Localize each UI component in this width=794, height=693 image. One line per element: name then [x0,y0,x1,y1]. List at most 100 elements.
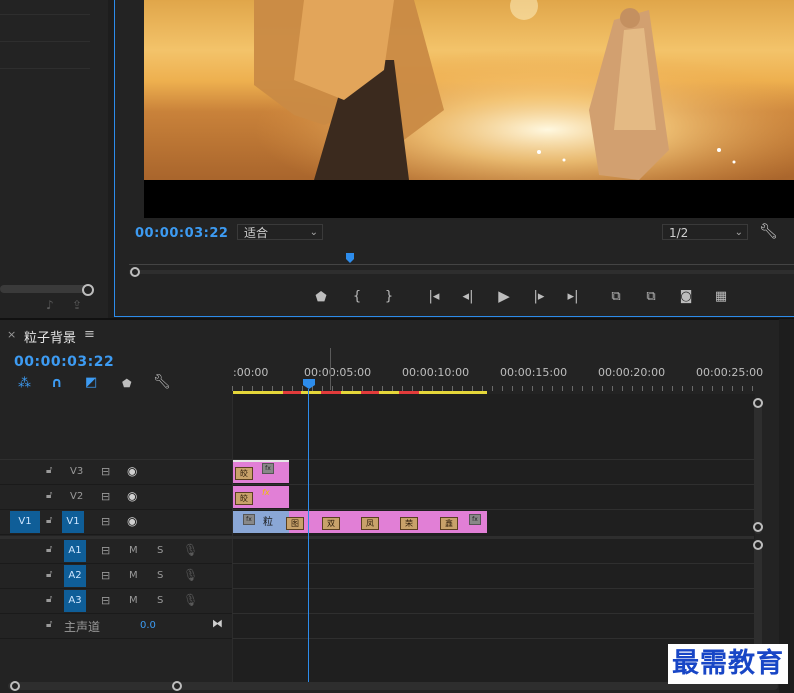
ruler-label: 00:00:20:00 [598,366,666,379]
timeline-settings-icon[interactable]: 🔧︎ [153,374,171,390]
track-target-a2[interactable]: A2 [64,565,86,587]
track-target-v1[interactable]: V1 [62,511,84,533]
timeline-timecode[interactable]: 00:00:03:22 [14,354,114,370]
zoom-fit-dropdown[interactable]: 适合 ⌄ [237,224,323,240]
panel-menu-icon[interactable]: ≡ [84,327,95,342]
playhead-marker[interactable] [346,253,354,263]
nest-sequence-icon[interactable]: ⁂ [18,376,31,391]
scrollbar-handle[interactable] [753,522,763,532]
fx-badge: fx [243,514,255,525]
source-patch-v1[interactable]: V1 [10,511,40,533]
scrub-bar[interactable] [129,270,794,274]
step-forward-icon[interactable]: |▸ [530,289,548,305]
scrollbar-handle[interactable] [172,681,182,691]
microphone-icon[interactable]: 🎙︎ [183,543,198,557]
sync-lock-icon[interactable]: ⊟ [101,490,110,503]
track-header-v3[interactable]: 🔓︎ V3 ⊟ ◉ [0,460,232,485]
solo-button[interactable]: S [157,595,163,606]
lock-icon[interactable]: 🔓︎ [46,569,52,580]
mute-button[interactable]: M [129,570,138,581]
sync-lock-icon[interactable]: ⊟ [101,515,110,528]
step-back-icon[interactable]: ◂| [459,289,477,305]
sync-lock-icon[interactable]: ⊟ [101,594,110,607]
program-timecode[interactable]: 00:00:03:22 [135,226,228,241]
linked-selection-icon[interactable]: ◩ [85,375,97,390]
clip-thumbnail: 皎 [235,467,253,480]
panel-divider [0,14,90,15]
scrollbar-handle[interactable] [753,540,763,550]
lock-icon[interactable]: 🔓︎ [46,465,52,476]
track-header-a3[interactable]: 🔓︎ A3 ⊟ M S 🎙︎ [0,589,232,614]
track-header-a1[interactable]: 🔓︎ A1 ⊟ M S 🎙︎ [0,539,232,564]
mark-in-button[interactable]: { [348,289,366,305]
lock-icon[interactable]: 🔓︎ [46,490,52,501]
timeline-tab-title[interactable]: 粒子背景 [24,327,76,346]
track-header-v2[interactable]: 🔓︎ V2 ⊟ ◉ [0,485,232,510]
eye-icon[interactable]: ◉ [127,464,137,478]
eye-icon[interactable]: ◉ [127,489,137,503]
timeline-horizontal-scrollbar[interactable] [8,682,778,690]
clip-v2[interactable]: 皎 fx [233,486,289,508]
sync-lock-icon[interactable]: ⊟ [101,544,110,557]
track-header-master[interactable]: 🔓︎ 主声道 0.0 ⧓ [0,614,232,639]
overwrite-icon[interactable]: ⧉ [642,289,660,305]
microphone-icon[interactable]: 🎙︎ [183,568,198,582]
snap-magnet-icon[interactable]: ∩ [51,375,62,391]
fx-badge-active: fx [262,488,270,497]
clip-v1-pink[interactable]: 图 双 凤 荣 鑫 fx [286,511,487,533]
video-vertical-scrollbar[interactable] [754,398,762,534]
track-target-a3[interactable]: A3 [64,590,86,612]
panel-divider [0,318,794,320]
sync-lock-icon[interactable]: ⊟ [101,569,110,582]
play-icon[interactable]: ▶ [495,288,513,304]
clip-selection-edge [233,460,289,462]
master-volume-value[interactable]: 0.0 [140,620,156,631]
music-note-icon[interactable]: ♪ [46,298,54,312]
add-marker-icon[interactable]: ⬟ [312,290,330,306]
wrench-icon[interactable]: 🔧︎ [759,222,778,240]
compare-view-icon[interactable]: ▦ [712,289,730,305]
clip-v1-blue[interactable]: fx 粒 [233,511,289,533]
ruler-label: 00:00:25:00 [696,366,764,379]
sync-lock-icon[interactable]: ⊟ [101,465,110,478]
source-panel: ♪ ⇪ [0,0,108,318]
video-preview [144,0,794,218]
share-icon[interactable]: ⇪ [72,298,82,312]
track-header-v1[interactable]: V1 🔓︎ V1 ⊟ ◉ [0,510,232,535]
ruler-label: 00:00:15:00 [500,366,568,379]
lock-icon[interactable]: 🔓︎ [46,619,52,630]
solo-button[interactable]: S [157,570,163,581]
track-header-a2[interactable]: 🔓︎ A2 ⊟ M S 🎙︎ [0,564,232,589]
go-to-in-icon[interactable]: |◂ [425,289,443,305]
scrollbar-handle[interactable] [10,681,20,691]
jump-to-edge-icon[interactable]: ⧓ [212,617,223,630]
scene-illustration [144,0,794,180]
insert-icon[interactable]: ⧉ [607,289,625,305]
add-marker-icon[interactable]: ⬟ [122,377,132,390]
clip-thumbnail: 荣 [400,517,418,530]
ruler-label: :00:00 [233,366,269,379]
solo-button[interactable]: S [157,545,163,556]
clip-label: 粒 [263,517,273,528]
eye-icon[interactable]: ◉ [127,514,137,528]
resolution-dropdown[interactable]: 1/2 ⌄ [662,224,748,240]
mute-button[interactable]: M [129,595,138,606]
mute-button[interactable]: M [129,545,138,556]
program-monitor: 00:00:03:22 适合 ⌄ 1/2 ⌄ 🔧︎ ⬟ { } |◂ ◂| ▶ … [114,0,794,317]
scrollbar-handle[interactable] [753,398,763,408]
track-target-a1[interactable]: A1 [64,540,86,562]
scrollbar-handle[interactable] [82,284,94,296]
master-track-label: 主声道 [64,620,101,634]
ruler-label: 00:00:05:00 [304,366,372,379]
tab-close-icon[interactable]: × [7,328,16,341]
lock-icon[interactable]: 🔓︎ [46,594,52,605]
clip-v3[interactable]: 皎 fx [233,461,289,483]
export-frame-icon[interactable]: ◙ [677,289,695,305]
lock-icon[interactable]: 🔓︎ [46,515,52,526]
scrub-handle[interactable] [130,267,140,277]
mark-out-button[interactable]: } [380,289,398,305]
go-to-out-icon[interactable]: ▸| [564,289,582,305]
horizontal-scrollbar[interactable] [0,285,88,293]
microphone-icon[interactable]: 🎙︎ [183,593,198,607]
lock-icon[interactable]: 🔓︎ [46,544,52,555]
